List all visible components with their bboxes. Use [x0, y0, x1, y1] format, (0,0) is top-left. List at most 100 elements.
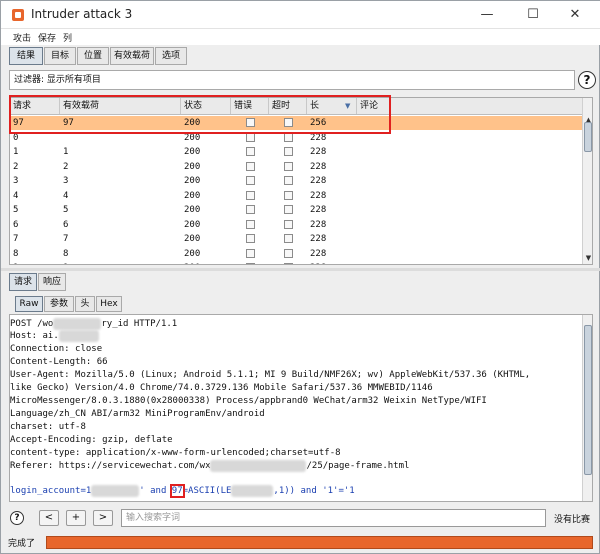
- header-line: User-Agent: Mozilla/5.0 (Linux; Android …: [10, 370, 531, 380]
- payload-value: 1: [63, 147, 69, 157]
- progress-bar: [46, 536, 593, 549]
- table-row[interactable]: 2 2 200 228: [10, 160, 582, 174]
- error-checkbox: [246, 234, 255, 243]
- minimize-button[interactable]: —: [467, 4, 507, 26]
- request-editor[interactable]: POST /woxxxxxxry_id HTTP/1.1 Host: ai.xx…: [9, 314, 593, 502]
- payload-value: 7: [63, 234, 69, 244]
- response-length: 228: [310, 248, 327, 259]
- timeout-checkbox: [284, 205, 293, 214]
- payload-value: 3: [63, 176, 69, 186]
- tab-payloads[interactable]: 有效载荷: [110, 47, 154, 65]
- body-sql-ascii: =ASCII(LE: [182, 486, 232, 496]
- header-line: MicroMessenger/8.0.3.1880(0x28000338) Pr…: [10, 396, 487, 406]
- body-sql-and: ' and: [139, 486, 172, 496]
- editor-scrollbar[interactable]: [582, 315, 592, 501]
- menu-bar: 攻击 保存 列: [1, 29, 600, 45]
- referer-end: /25/page-frame.html: [306, 461, 410, 471]
- table-scrollbar[interactable]: ▲ ▼: [582, 98, 592, 264]
- window-title: Intruder attack 3: [31, 7, 133, 21]
- payload-value: 2: [63, 161, 69, 172]
- scroll-down-icon[interactable]: ▼: [583, 253, 592, 263]
- redacted-path: xxxxxx: [53, 318, 102, 330]
- menu-attack[interactable]: 攻击: [13, 31, 31, 44]
- timeout-checkbox: [284, 190, 293, 200]
- split-divider[interactable]: [1, 268, 600, 271]
- request-line-start: POST /wo: [10, 319, 54, 329]
- tab-headers[interactable]: 头: [75, 296, 95, 312]
- referer-start: Referer: https://servicewechat.com/wx: [10, 461, 211, 471]
- request-number: 3: [13, 176, 19, 186]
- status-text: 完成了: [8, 539, 36, 549]
- add-button[interactable]: +: [66, 510, 86, 526]
- header-line: Content-Length: 66: [10, 357, 108, 367]
- error-checkbox: [246, 147, 255, 156]
- help-icon[interactable]: ?: [10, 511, 24, 525]
- header-line: like Gecko) Version/4.0 Chrome/74.0.3729…: [10, 383, 433, 393]
- payload-marker: 97: [169, 484, 185, 498]
- payload-value: 4: [63, 190, 69, 201]
- next-match-button[interactable]: >: [93, 510, 113, 526]
- table-row[interactable]: 1 1 200 228: [10, 145, 582, 159]
- table-row[interactable]: 4 4 200 228: [10, 189, 582, 203]
- tab-raw[interactable]: Raw: [15, 296, 43, 312]
- response-length: 228: [310, 219, 327, 230]
- table-row[interactable]: 5 5 200 228: [10, 203, 582, 217]
- tab-positions[interactable]: 位置: [77, 47, 109, 65]
- request-number: 1: [13, 147, 19, 157]
- status-code: 200: [184, 261, 200, 264]
- response-length: 228: [310, 261, 326, 264]
- close-button[interactable]: ✕: [555, 4, 595, 26]
- timeout-checkbox: [284, 176, 293, 185]
- status-code: 200: [184, 190, 201, 201]
- error-checkbox: [246, 205, 255, 214]
- error-checkbox: [246, 176, 255, 185]
- filter-bar[interactable]: 过滤器: 显示所有项目: [9, 70, 575, 90]
- burp-logo-icon: [12, 9, 24, 21]
- tab-hex[interactable]: Hex: [96, 296, 122, 312]
- referer-line: Referer: https://servicewechat.com/wxxxx…: [10, 460, 409, 472]
- editor-scroll-thumb[interactable]: [584, 325, 592, 475]
- status-code: 200: [184, 248, 201, 259]
- header-line: charset: utf-8: [10, 422, 86, 432]
- error-checkbox: [246, 248, 255, 258]
- payload-value: 5: [63, 205, 69, 215]
- body-sql-end: ,1)) and '1'='1: [273, 486, 355, 496]
- tab-request[interactable]: 请求: [9, 273, 37, 291]
- table-row[interactable]: 7 7 200 228: [10, 232, 582, 246]
- search-input[interactable]: 输入搜索字词: [121, 509, 546, 527]
- tab-params[interactable]: 参数: [44, 296, 74, 312]
- request-number: 8: [13, 248, 19, 259]
- help-icon[interactable]: ?: [578, 71, 596, 89]
- timeout-checkbox: [284, 263, 293, 264]
- prev-match-button[interactable]: <: [39, 510, 59, 526]
- error-checkbox: [246, 263, 255, 264]
- request-line-end: ry_id HTTP/1.1: [101, 319, 178, 329]
- intruder-window: Intruder attack 3 — ☐ ✕ 攻击 保存 列 结果 目标 位置…: [0, 0, 600, 554]
- tab-results[interactable]: 结果: [9, 47, 43, 65]
- timeout-checkbox: [284, 147, 293, 156]
- payload-value: 9: [63, 261, 68, 264]
- header-line: Language/zh_CN ABI/arm32 MiniProgramEnv/…: [10, 409, 265, 419]
- status-code: 200: [184, 176, 201, 186]
- tab-target[interactable]: 目标: [44, 47, 76, 65]
- menu-columns[interactable]: 列: [63, 31, 72, 44]
- maximize-button[interactable]: ☐: [513, 4, 553, 26]
- response-length: 228: [310, 161, 327, 172]
- response-length: 228: [310, 147, 327, 157]
- tab-response[interactable]: 响应: [38, 273, 66, 291]
- table-row[interactable]: 3 3 200 228: [10, 174, 582, 188]
- highlight-box: [9, 95, 391, 134]
- header-line: content-type: application/x-www-form-url…: [10, 448, 341, 458]
- table-row[interactable]: 9 9 200 228: [10, 261, 582, 264]
- match-count: 没有比赛: [554, 515, 591, 525]
- scroll-thumb[interactable]: [584, 122, 592, 152]
- host-text: Host: ai.: [10, 331, 59, 341]
- table-row[interactable]: 6 6 200 228: [10, 218, 582, 232]
- title-bar: Intruder attack 3 — ☐ ✕: [1, 1, 600, 29]
- timeout-checkbox: [284, 161, 293, 171]
- table-row[interactable]: 8 8 200 228: [10, 247, 582, 261]
- menu-save[interactable]: 保存: [38, 31, 56, 44]
- request-number: 6: [13, 219, 19, 230]
- tab-options[interactable]: 选项: [155, 47, 187, 65]
- timeout-checkbox: [284, 234, 293, 243]
